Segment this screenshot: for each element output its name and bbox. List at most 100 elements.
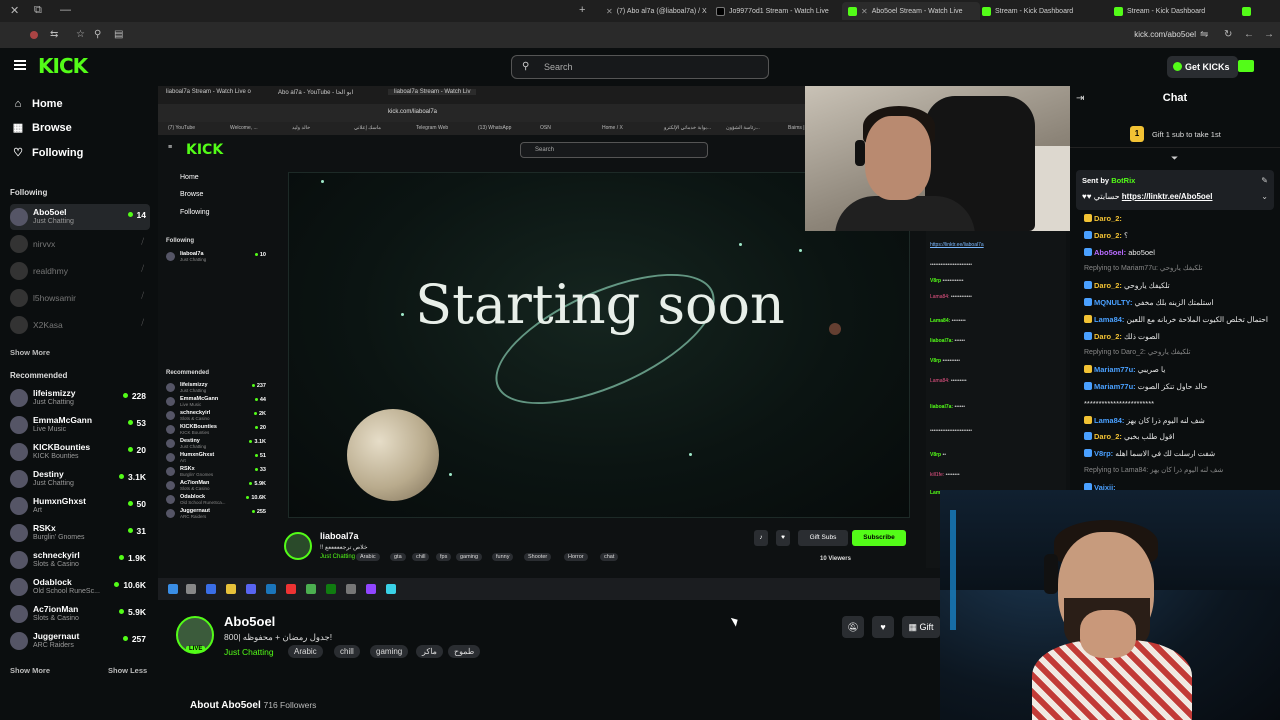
- chat-username[interactable]: Daro_2:: [1094, 214, 1122, 223]
- channel-name[interactable]: Abo5oel: [224, 614, 275, 629]
- recommended-channel[interactable]: Juggernaut ARC Raiders 257: [10, 628, 150, 654]
- search-icon[interactable]: ⚲: [94, 29, 101, 40]
- extensions-icon[interactable]: ⇆: [50, 29, 58, 40]
- minimize-window-icon[interactable]: —: [60, 4, 71, 16]
- chat-username[interactable]: Lama84:: [1094, 416, 1124, 425]
- following-channel[interactable]: X2Kasa ⧸: [10, 312, 150, 338]
- chat-username[interactable]: Mariam77u:: [1094, 382, 1136, 391]
- bookmark-star-icon[interactable]: ☆: [76, 29, 85, 40]
- viewer-count: 3.1K: [249, 439, 266, 445]
- stream-tag[interactable]: ماكر: [416, 645, 443, 658]
- browser-tab[interactable]: Stream - Kick Dashboard: [976, 2, 1106, 20]
- tune-icon[interactable]: ⇋: [1200, 29, 1208, 40]
- stream-tag[interactable]: طموح: [448, 645, 481, 658]
- recommended-channel[interactable]: Destiny Just Chatting 3.1K: [10, 466, 150, 492]
- chat-message: Daro_2: اقول طلب بخبي: [1084, 432, 1276, 441]
- chat-username[interactable]: Daro_2:: [1094, 432, 1122, 441]
- chat-username[interactable]: Lama84:: [1094, 315, 1124, 324]
- chat-username[interactable]: Mariam77u:: [1094, 365, 1136, 374]
- chat-text: شف لنه اليوم ذرا كان يهز: [1126, 415, 1205, 425]
- stream-tag[interactable]: gaming: [370, 645, 409, 658]
- nav-home[interactable]: ⌂ Home: [12, 98, 63, 110]
- profile-icon[interactable]: [30, 31, 38, 39]
- close-tab-icon[interactable]: ✕: [606, 7, 613, 16]
- webcam-overlay-top: [805, 86, 1070, 231]
- following-channel[interactable]: l5howsamir ⧸: [10, 285, 150, 311]
- chat-message: Mariam77u: حالد حاول تنكز الصوت: [1084, 382, 1276, 391]
- badge-icon: [1084, 415, 1092, 424]
- pinned-message[interactable]: Sent by BotRix ✎ ♥♥ حسابتي https://linkt…: [1076, 170, 1274, 210]
- inner-bookmark: Home / X: [602, 125, 623, 131]
- filter-icon[interactable]: ⏷: [1171, 153, 1178, 164]
- gift-button[interactable]: ▦ Gift: [902, 616, 940, 638]
- get-kicks-button[interactable]: Get KICKs: [1167, 56, 1238, 78]
- restore-window-icon[interactable]: ⧉: [34, 4, 42, 17]
- show-more-following-button[interactable]: Show More: [10, 348, 50, 357]
- search-input[interactable]: ⚲ Search: [511, 55, 769, 79]
- stream-tag[interactable]: chill: [334, 645, 360, 658]
- channel-name: Ac7ionMan: [33, 604, 79, 614]
- chat-username[interactable]: Daro_2:: [1094, 332, 1122, 341]
- forward-icon[interactable]: →: [1264, 29, 1274, 40]
- url-text[interactable]: kick.com/abo5oel: [1134, 30, 1196, 39]
- channel-name: Juggernaut: [33, 631, 80, 641]
- close-tab-icon[interactable]: ✕: [861, 7, 868, 16]
- chat-username[interactable]: MQNULTY:: [1094, 298, 1132, 307]
- chat-text: شفت ارسلت لك في الاسما اهله: [1115, 449, 1216, 459]
- nav-browse[interactable]: ▦ Browse: [12, 122, 72, 134]
- inner-nav-home: Home: [180, 174, 199, 181]
- chat-text: abo5oel: [1128, 247, 1155, 257]
- chat-username[interactable]: Daro_2:: [1094, 231, 1122, 240]
- stream-category[interactable]: Just Chatting: [224, 647, 274, 657]
- recommended-channel[interactable]: RSKx Burglin' Gnomes 31: [10, 520, 150, 546]
- show-more-recommended-button[interactable]: Show More: [10, 666, 50, 675]
- following-channel[interactable]: Abo5oel Just Chatting 14: [10, 204, 150, 230]
- mute-notifications-icon[interactable]: 🔕︎: [842, 616, 864, 638]
- back-icon[interactable]: ←: [1244, 29, 1254, 40]
- user-avatar[interactable]: [1238, 60, 1254, 72]
- viewer-count: 50: [128, 499, 146, 509]
- follow-heart-icon[interactable]: ♥: [872, 616, 894, 638]
- kick-logo[interactable]: KICK: [38, 54, 88, 78]
- viewer-count: 228: [123, 391, 146, 401]
- stream-tag[interactable]: Arabic: [288, 645, 323, 658]
- avatar: [166, 467, 175, 476]
- inner-tag: chill: [412, 553, 430, 561]
- chevron-down-icon[interactable]: ⌄: [1261, 192, 1268, 201]
- close-window-icon[interactable]: ✕: [10, 4, 19, 17]
- recommended-channel[interactable]: Odablock Old School RuneSc... 10.6K: [10, 574, 150, 600]
- viewer-count: 10.6K: [246, 495, 266, 501]
- inner-following-heading: Following: [166, 238, 194, 244]
- channel-category: Burglin' Gnomes: [180, 472, 214, 477]
- recommended-channel[interactable]: EmmaMcGann Live Music 53: [10, 412, 150, 438]
- following-channel[interactable]: nirvvx ⧸: [10, 231, 150, 257]
- inner-bell-icon: ♪: [754, 530, 768, 546]
- recommended-channel[interactable]: Ac7ionMan Slots & Casino 5.9K: [10, 601, 150, 627]
- browser-tab[interactable]: ✕ (7) Abo al7a (@liaboal7a) / X: [600, 2, 710, 20]
- browser-tab-active[interactable]: ✕ Abo5oel Stream - Watch Live: [842, 2, 980, 20]
- following-channel[interactable]: realdhmy ⧸: [10, 258, 150, 284]
- avatar: [10, 497, 28, 515]
- badge-icon: [1084, 281, 1092, 290]
- chat-username[interactable]: Abo5oel:: [1094, 248, 1126, 257]
- star: [321, 180, 324, 183]
- followers-count: 716 Followers: [263, 700, 317, 710]
- menu-icon[interactable]: [14, 60, 26, 70]
- recommended-channel[interactable]: HumxnGhxst Art 50: [10, 493, 150, 519]
- gift-leaderboard[interactable]: 1 Gift 1 sub to take 1st: [1070, 118, 1280, 148]
- new-tab-icon[interactable]: +: [579, 4, 585, 16]
- chat-username[interactable]: V8rp:: [1094, 449, 1113, 458]
- recommended-channel[interactable]: lifeismizzy Just Chatting 228: [10, 385, 150, 411]
- reload-icon[interactable]: ↻: [1224, 29, 1232, 40]
- pin-icon[interactable]: ✎: [1261, 176, 1268, 185]
- recommended-channel[interactable]: schneckyirl Slots & Casino 1.9K: [10, 547, 150, 573]
- browser-tab[interactable]: Jo9977od1 Stream - Watch Live: [710, 2, 840, 20]
- chat-username[interactable]: Daro_2:: [1094, 281, 1122, 290]
- browser-tab[interactable]: Stream - Kick Dashboard: [1108, 2, 1248, 20]
- page-icon[interactable]: ▤: [114, 29, 123, 40]
- show-less-button[interactable]: Show Less: [108, 666, 147, 675]
- chat-title: Chat: [1162, 92, 1188, 104]
- pinned-link[interactable]: https://linktr.ee/Abo5oel: [1122, 192, 1213, 201]
- recommended-channel[interactable]: KICKBounties KICK Bounties 20: [10, 439, 150, 465]
- nav-following[interactable]: ♡ Following: [12, 147, 83, 159]
